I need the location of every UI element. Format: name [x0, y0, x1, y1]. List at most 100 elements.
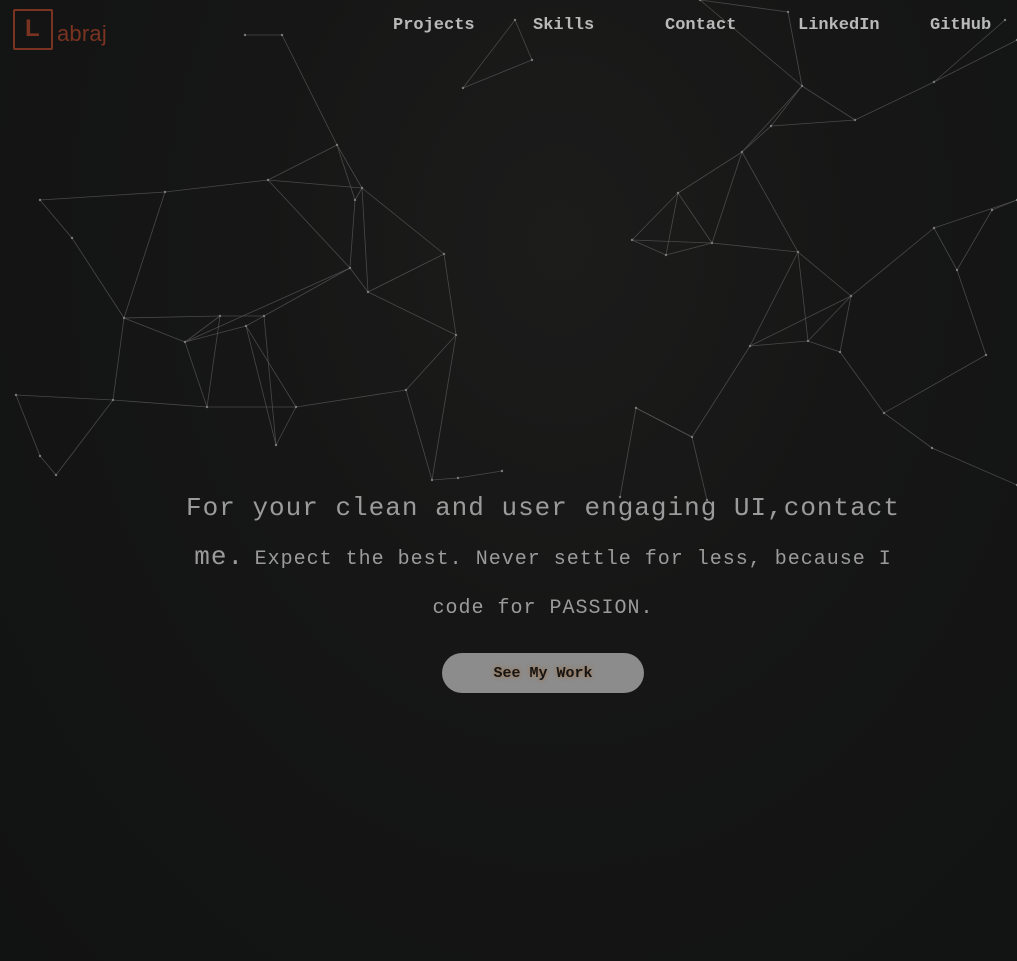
network-line	[749, 295, 852, 347]
network-line	[39, 455, 57, 476]
network-line	[956, 209, 993, 271]
network-node	[664, 253, 668, 257]
particle-network-background	[14, 0, 1017, 502]
network-node	[838, 350, 842, 354]
network-line	[741, 85, 803, 153]
hero-subline: Expect the best. Never settle for less, …	[254, 548, 892, 620]
network-line	[354, 187, 363, 201]
network-line	[71, 237, 125, 319]
network-line	[267, 144, 338, 181]
network-node	[853, 118, 857, 122]
network-line	[631, 192, 679, 241]
network-node	[676, 191, 680, 195]
network-line	[770, 85, 803, 127]
network-line	[39, 191, 166, 201]
network-line	[854, 81, 935, 121]
network-node	[806, 339, 810, 343]
network-node	[630, 238, 634, 242]
network-node	[111, 398, 115, 402]
network-line	[631, 239, 667, 256]
network-node	[530, 58, 534, 62]
logo-text: abraj	[57, 20, 107, 46]
nav-github-link[interactable]: GitHub	[930, 16, 991, 35]
logo-letter: L	[25, 15, 40, 42]
network-node	[796, 250, 800, 254]
logo[interactable]: L abraj	[13, 9, 107, 50]
network-line	[797, 251, 809, 342]
network-line	[801, 85, 856, 121]
network-line	[635, 407, 693, 438]
network-line	[741, 125, 772, 153]
network-line	[295, 389, 407, 408]
network-line	[933, 39, 1017, 83]
network-line	[807, 340, 841, 353]
network-line	[749, 251, 799, 347]
network-node	[163, 190, 167, 194]
network-line	[883, 354, 987, 414]
network-line	[349, 199, 356, 269]
network-line	[699, 0, 789, 13]
network-node	[294, 405, 298, 409]
network-node	[243, 33, 247, 37]
network-node	[456, 476, 460, 480]
network-line	[443, 253, 457, 336]
network-node	[183, 340, 187, 344]
network-line	[123, 317, 186, 343]
network-node	[454, 333, 458, 337]
network-line	[361, 187, 369, 293]
network-line	[55, 399, 114, 476]
network-line	[741, 151, 799, 253]
nav-contact-link[interactable]: Contact	[665, 16, 736, 35]
network-line	[699, 0, 803, 87]
network-node	[353, 198, 357, 202]
hero-tagline: For your clean and user engaging UI,cont…	[170, 484, 916, 633]
network-node	[740, 150, 744, 154]
nav-projects-link[interactable]: Projects	[393, 16, 475, 35]
network-node	[54, 473, 58, 477]
logo-mark: L	[13, 9, 53, 50]
network-node	[990, 208, 994, 212]
network-line	[665, 242, 713, 256]
network-line	[184, 341, 208, 408]
network-node	[70, 236, 74, 240]
network-line	[797, 251, 852, 297]
nav-linkedin-link[interactable]: LinkedIn	[798, 16, 880, 35]
network-node	[513, 18, 517, 22]
network-line	[711, 151, 743, 244]
network-line	[933, 227, 958, 271]
network-line	[839, 295, 852, 353]
network-node	[882, 411, 886, 415]
network-node	[930, 446, 934, 450]
network-line	[15, 394, 41, 457]
network-line	[677, 151, 743, 194]
network-line	[431, 477, 459, 481]
network-line	[405, 389, 433, 481]
network-node	[366, 290, 370, 294]
nav-skills-link[interactable]: Skills	[533, 16, 594, 35]
network-node	[769, 124, 773, 128]
network-node	[404, 388, 408, 392]
network-line	[267, 179, 351, 269]
network-node	[244, 324, 248, 328]
network-node	[932, 226, 936, 230]
network-node	[932, 80, 936, 84]
network-node	[14, 393, 18, 397]
network-node	[748, 344, 752, 348]
network-node	[205, 405, 209, 409]
network-node	[266, 178, 270, 182]
network-line	[361, 187, 445, 255]
network-line	[457, 470, 503, 479]
network-node	[262, 314, 266, 318]
network-line	[267, 179, 363, 189]
network-line	[112, 317, 125, 401]
see-my-work-button[interactable]: See My Work	[442, 653, 644, 693]
network-node	[274, 443, 278, 447]
network-node	[849, 294, 853, 298]
network-node	[500, 469, 504, 473]
network-line	[245, 315, 265, 327]
network-node	[955, 268, 959, 272]
network-line	[123, 191, 166, 319]
network-line	[431, 334, 457, 481]
network-line	[336, 144, 363, 189]
network-line	[770, 119, 856, 127]
